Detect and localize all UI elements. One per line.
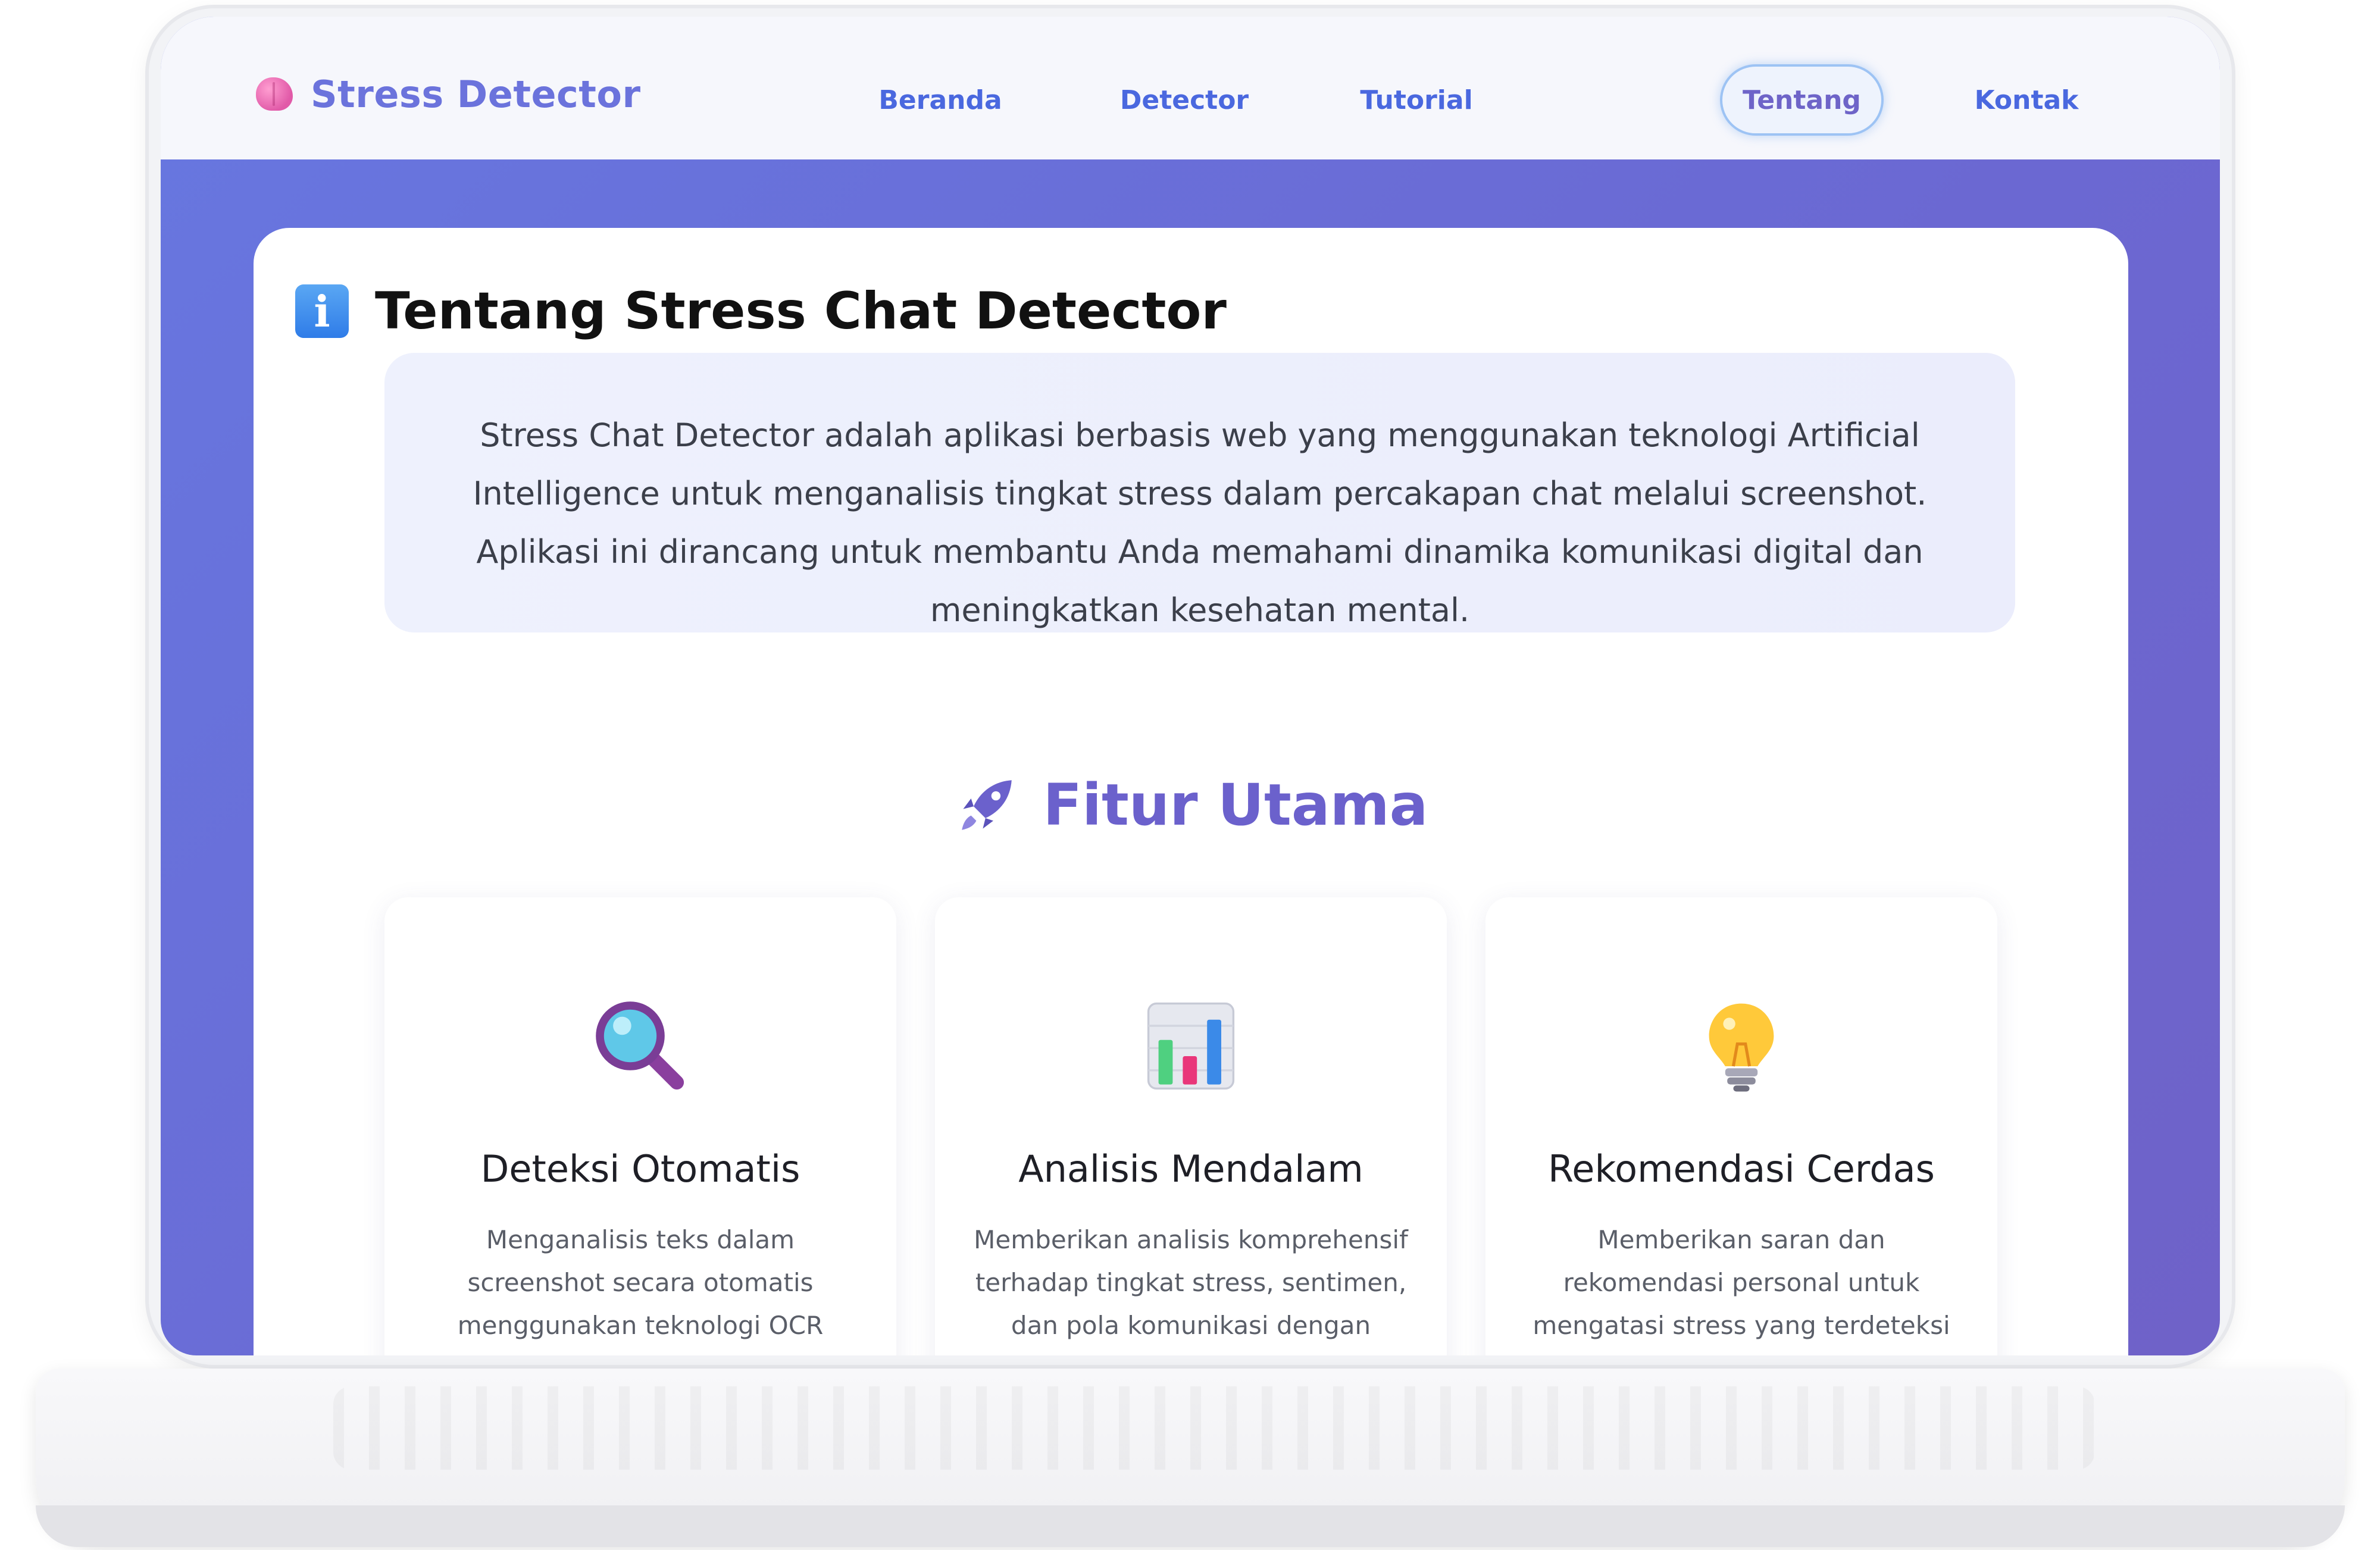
about-card: i Tentang Stress Chat Detector Stress Ch… [254, 228, 2128, 1355]
about-header: i Tentang Stress Chat Detector [295, 278, 1227, 344]
about-description-box: Stress Chat Detector adalah aplikasi ber… [384, 353, 2015, 632]
nav-link-detector[interactable]: Detector [1119, 64, 1250, 136]
navbar: Stress Detector Beranda Detector Tutoria… [161, 17, 2220, 159]
lightbulb-icon [1709, 1003, 1774, 1092]
nav-link-tutorial[interactable]: Tutorial [1357, 64, 1476, 136]
laptop-screen: Stress Detector Beranda Detector Tutoria… [161, 17, 2220, 1355]
feature-description: Memberikan saran dan rekomendasi persona… [1533, 1225, 1950, 1340]
feature-card-deteksi: Deteksi Otomatis Menganalisis teks dalam… [384, 897, 896, 1355]
page-title: Tentang Stress Chat Detector [375, 281, 1227, 341]
feature-description: Menganalisis teks dalam screenshot secar… [457, 1225, 824, 1355]
feature-card-rekomendasi: Rekomendasi Cerdas Memberikan saran dan … [1485, 897, 1997, 1355]
feature-title: Deteksi Otomatis [480, 1147, 800, 1191]
laptop-base-edge [36, 1505, 2345, 1547]
rocket-icon [961, 780, 1012, 830]
brand-name: Stress Detector [311, 72, 641, 116]
nav-link-beranda[interactable]: Beranda [878, 64, 1002, 136]
feature-title: Rekomendasi Cerdas [1548, 1147, 1935, 1191]
nav-link-kontak[interactable]: Kontak [1970, 64, 2083, 136]
feature-title: Analisis Mendalam [1018, 1147, 1363, 1191]
brain-icon [256, 77, 293, 111]
about-description: Stress Chat Detector adalah aplikasi ber… [473, 417, 1927, 629]
feature-card-analisis: Analisis Mendalam Memberikan analisis ko… [935, 897, 1447, 1355]
laptop-keyboard [333, 1386, 2095, 1470]
features-title: Fitur Utama [1043, 772, 1428, 838]
bar-chart-icon [1147, 1002, 1235, 1090]
features-heading: Fitur Utama [254, 769, 2128, 841]
brand-logo[interactable]: Stress Detector [256, 70, 641, 118]
info-icon: i [295, 284, 349, 338]
feature-description: Memberikan analisis komprehensif terhada… [974, 1225, 1408, 1340]
nav-link-tentang[interactable]: Tentang [1720, 64, 1884, 136]
magnifier-icon [596, 1001, 684, 1090]
